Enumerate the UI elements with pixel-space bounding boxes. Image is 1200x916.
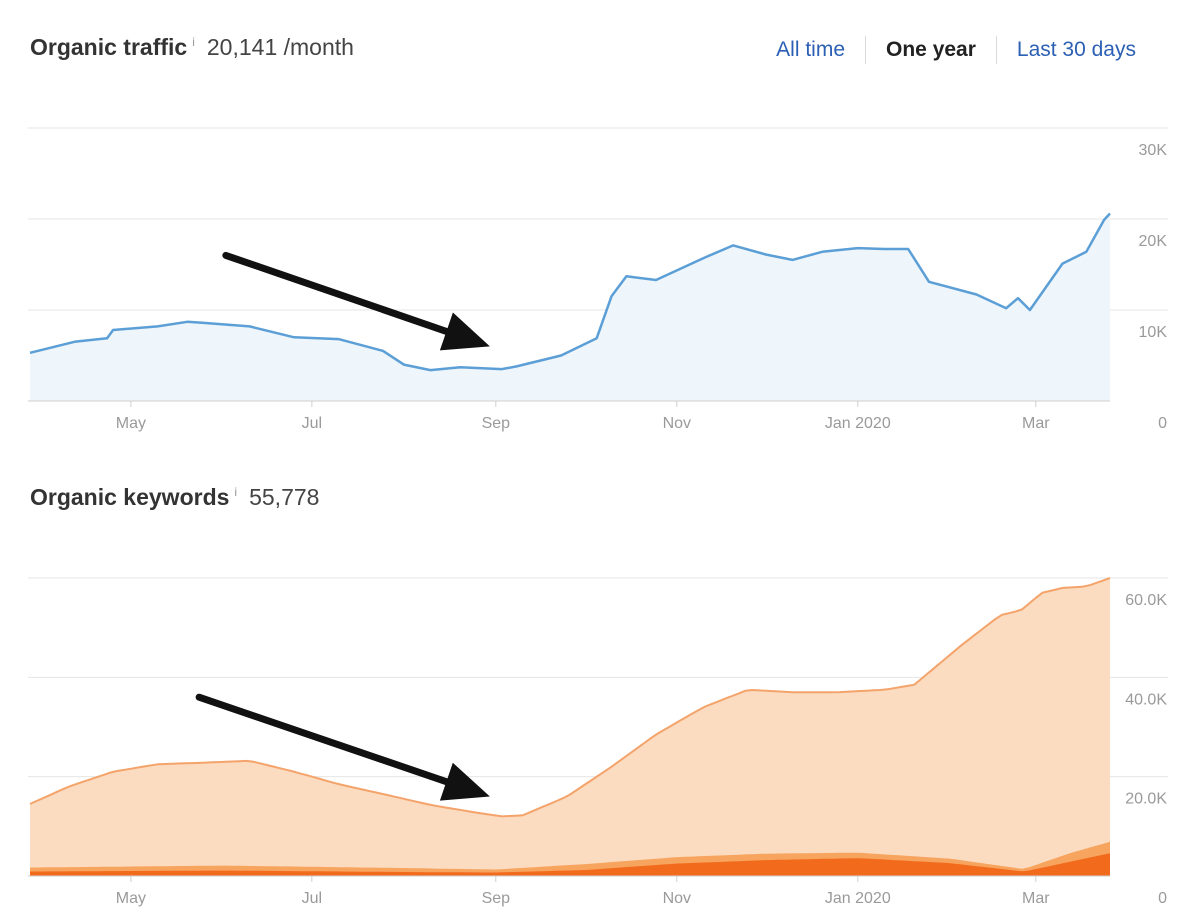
traffic-area: [30, 213, 1110, 401]
x-tick-label: Jan 2020: [825, 890, 891, 907]
x-tick-label: Mar: [1022, 415, 1050, 432]
x-tick-label: Jul: [302, 890, 322, 907]
organic-keywords-title: Organic keywords: [30, 484, 230, 510]
x-tick-label: Nov: [663, 890, 691, 907]
y-tick-label: 0: [1158, 890, 1167, 907]
arrow-annotation-shaft: [222, 251, 450, 335]
info-icon[interactable]: i: [192, 35, 195, 49]
x-tick-label: Sep: [482, 415, 511, 432]
y-tick-label: 0: [1158, 415, 1167, 432]
organic-traffic-value: 20,141 /month: [206, 34, 354, 60]
page: Organic traffic i 20,141 /month All time…: [0, 0, 1200, 916]
organic-keywords-chart: May Jul Sep Nov Jan 2020 Mar 0 20.0K 40.0K 60.0K: [28, 577, 1168, 907]
tab-one-year[interactable]: One year: [886, 38, 976, 62]
y-tick-label: 30K: [1139, 142, 1168, 159]
y-tick-label: 20.0K: [1125, 791, 1167, 808]
keywords-top-area: [30, 578, 1110, 876]
y-tick-label: 10K: [1139, 324, 1168, 341]
y-tick-label: 60.0K: [1125, 592, 1167, 609]
y-tick-label: 20K: [1139, 233, 1168, 250]
info-icon[interactable]: i: [234, 485, 237, 499]
tab-all-time[interactable]: All time: [776, 38, 845, 62]
date-range-tabs: All time One year Last 30 days: [776, 36, 1136, 64]
organic-keywords-header: Organic keywords i 55,778: [30, 484, 319, 511]
x-tick-label: Nov: [663, 415, 691, 432]
organic-keywords-value: 55,778: [249, 484, 320, 510]
x-tick-label: Jul: [302, 415, 322, 432]
x-tick-label: May: [116, 890, 146, 907]
tab-last-30-days[interactable]: Last 30 days: [1017, 38, 1136, 62]
arrow-annotation-head: [439, 312, 490, 351]
tab-divider: [995, 36, 997, 64]
organic-traffic-title: Organic traffic: [30, 34, 188, 60]
y-tick-label: 40.0K: [1125, 691, 1167, 708]
x-tick-label: Jan 2020: [825, 415, 891, 432]
organic-traffic-chart: May Jul Sep Nov Jan 2020 Mar 0 10K 20K 30K: [28, 127, 1168, 432]
tab-divider: [865, 36, 867, 64]
x-tick-label: Sep: [482, 890, 511, 907]
arrow-annotation-head: [439, 762, 490, 801]
x-tick-label: May: [116, 415, 146, 432]
x-tick-label: Mar: [1022, 890, 1050, 907]
organic-traffic-header: Organic traffic i 20,141 /month: [30, 34, 354, 61]
